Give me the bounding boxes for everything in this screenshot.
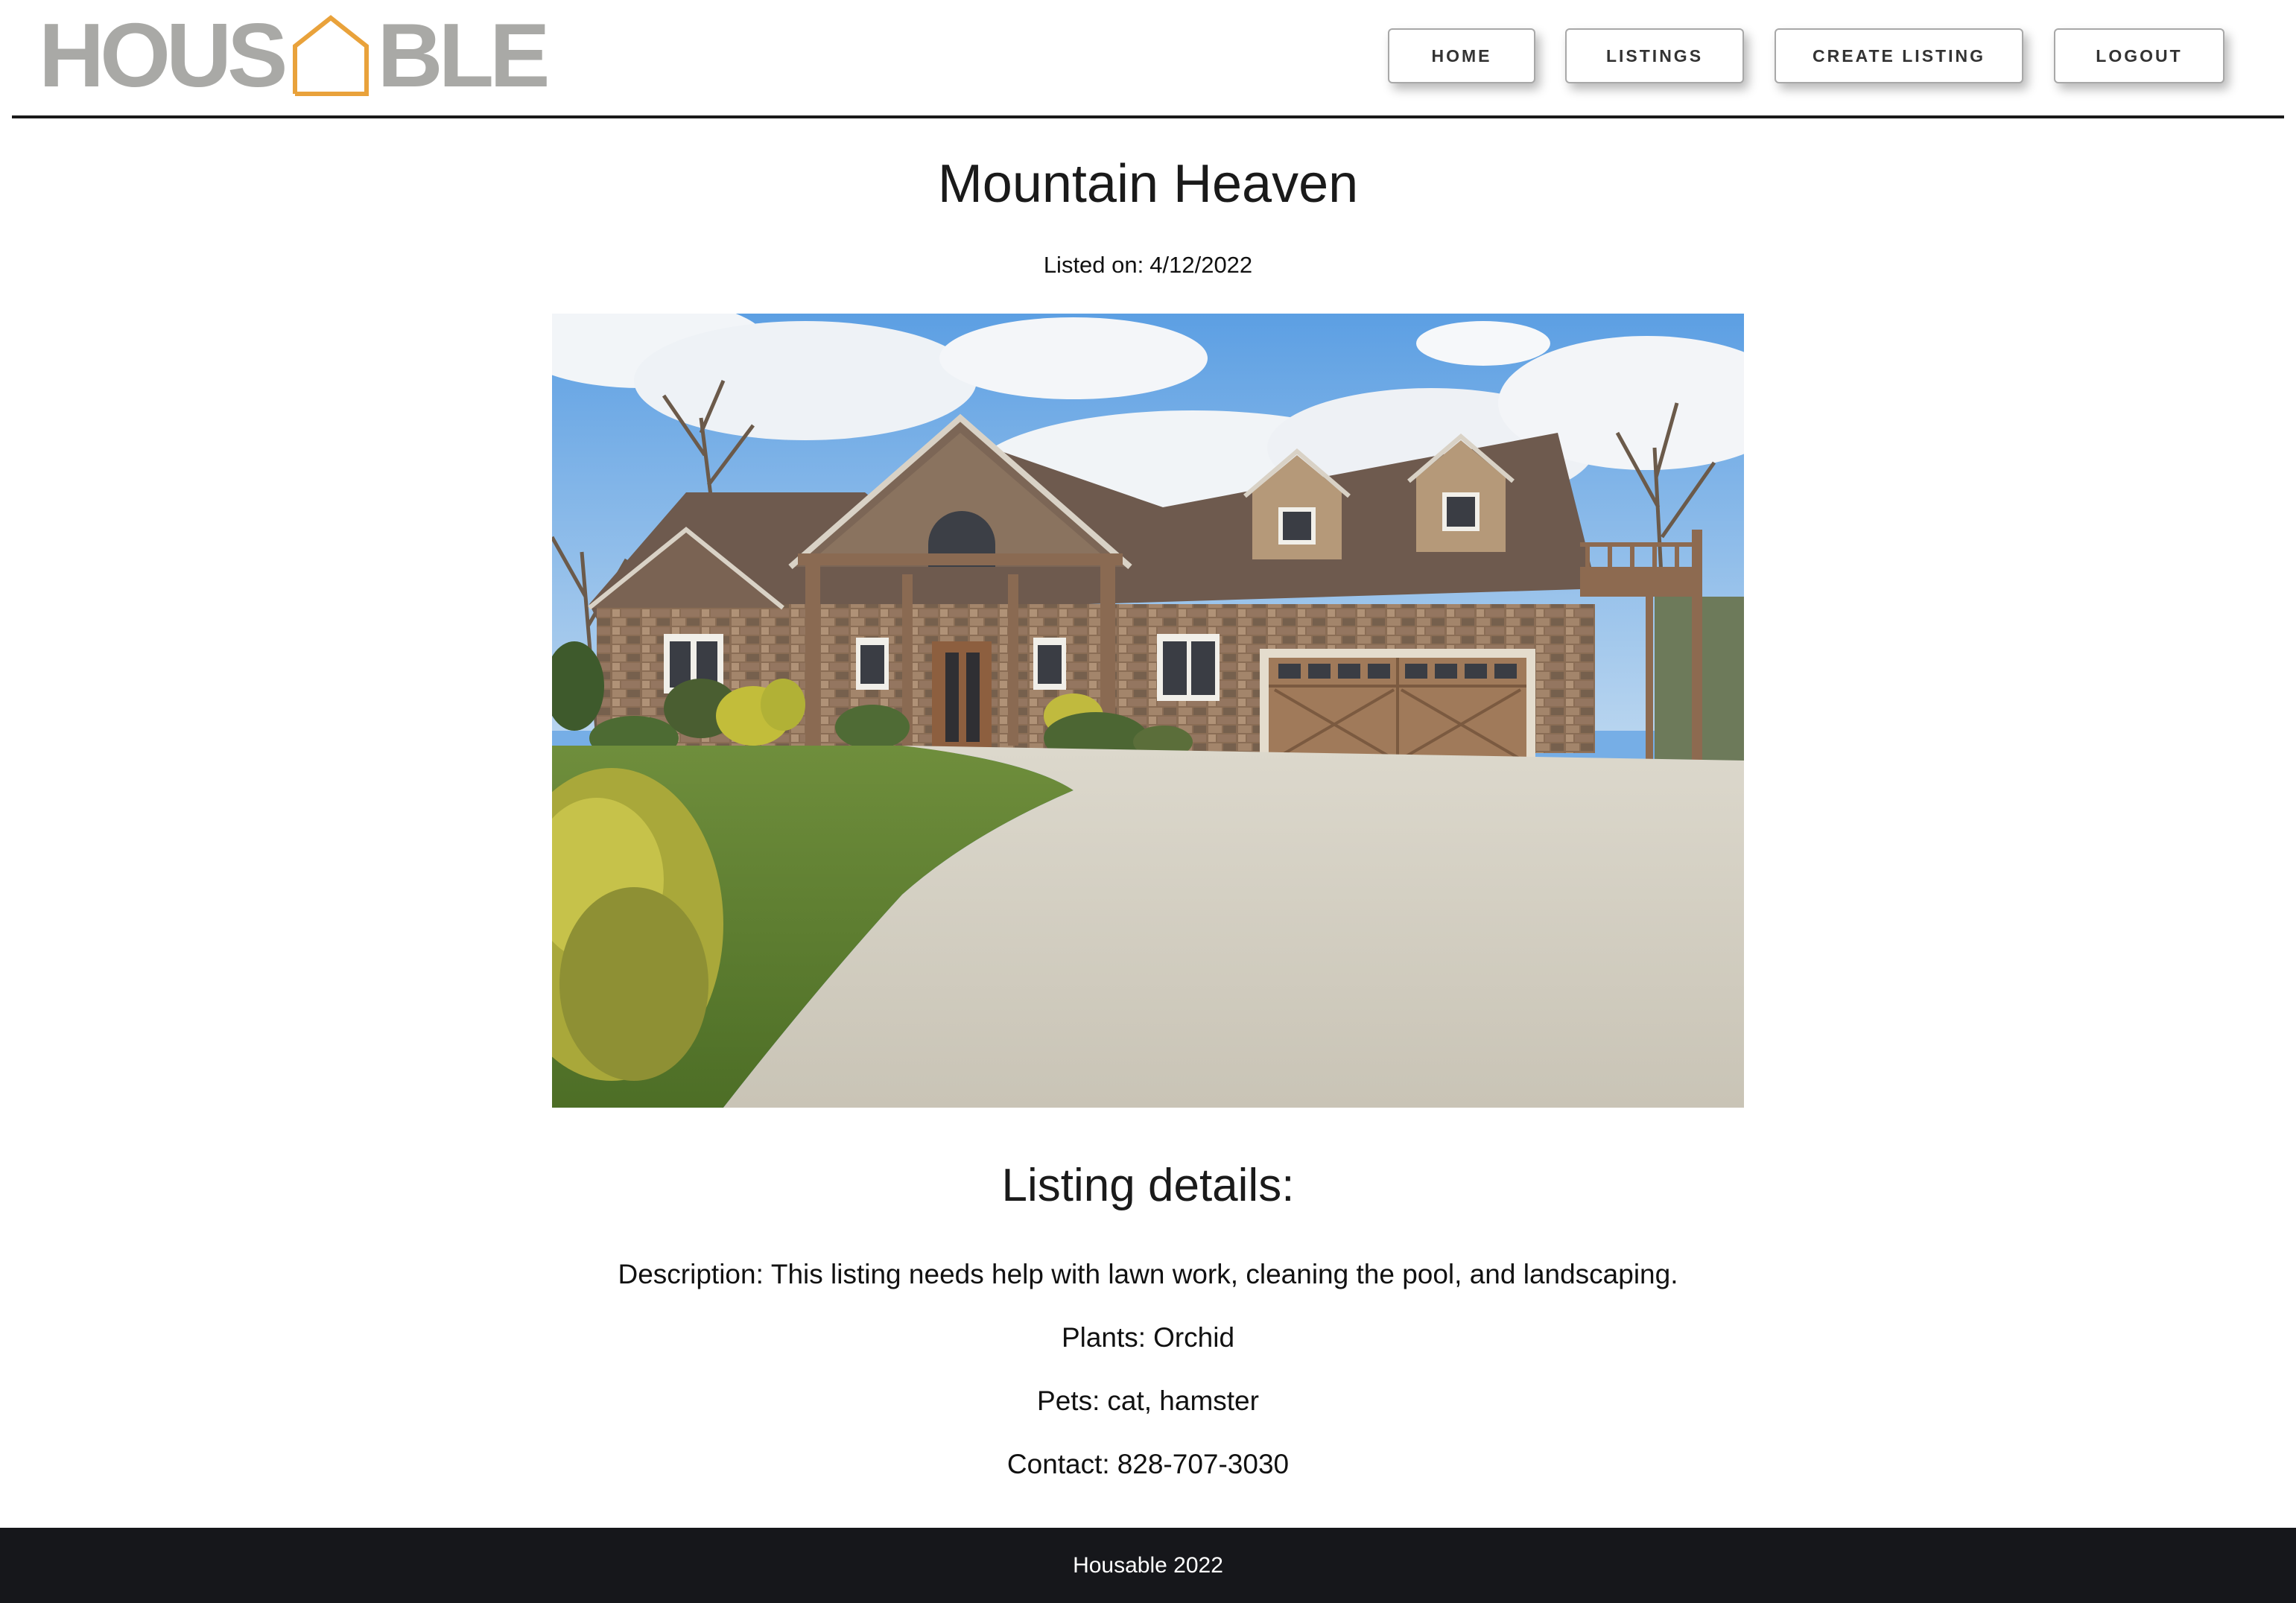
listed-on-line: Listed on: 4/12/2022 [0,250,2296,280]
pets-label: Pets: [1037,1385,1100,1416]
nav-home-button[interactable]: HOME [1388,28,1535,83]
listing-title: Mountain Heaven [937,154,1359,214]
contact-label: Contact: [1006,1449,1110,1479]
site-header: HOUS BLE HOME LISTINGS CREATE LISTING LO… [0,0,2296,119]
plants-value: Orchid [1153,1322,1235,1353]
nav-logout-button[interactable]: LOGOUT [2054,28,2224,83]
contact-value: 828-707-3030 [1117,1449,1290,1479]
description-value: This listing needs help with lawn work, … [770,1259,1678,1289]
listed-on-date: 4/12/2022 [1149,252,1253,278]
main-nav: HOME LISTINGS CREATE LISTING LOGOUT [0,28,2296,85]
listing-detail: Mountain Heaven Listed on: 4/12/2022 Lis… [0,119,2296,1527]
listed-on-label: Listed on: [1043,252,1144,278]
house-photo [552,314,1744,1108]
pets-line: Pets: cat, hamster [0,1383,2296,1419]
listing-details-heading: Listing details: [1001,1160,1295,1211]
header-divider [12,115,2284,118]
contact-line: Contact: 828-707-3030 [0,1447,2296,1482]
description-label: Description: [618,1259,764,1289]
site-footer: Housable 2022 [0,1528,2296,1603]
nav-listings-button[interactable]: LISTINGS [1565,28,1744,83]
description-line: Description: This listing needs help with… [0,1257,2296,1292]
plants-label: Plants: [1061,1322,1147,1353]
footer-copyright: Housable 2022 [1073,1552,1223,1578]
pets-value: cat, hamster [1107,1385,1259,1416]
nav-create-listing-button[interactable]: CREATE LISTING [1775,28,2023,83]
plants-line: Plants: Orchid [0,1320,2296,1356]
